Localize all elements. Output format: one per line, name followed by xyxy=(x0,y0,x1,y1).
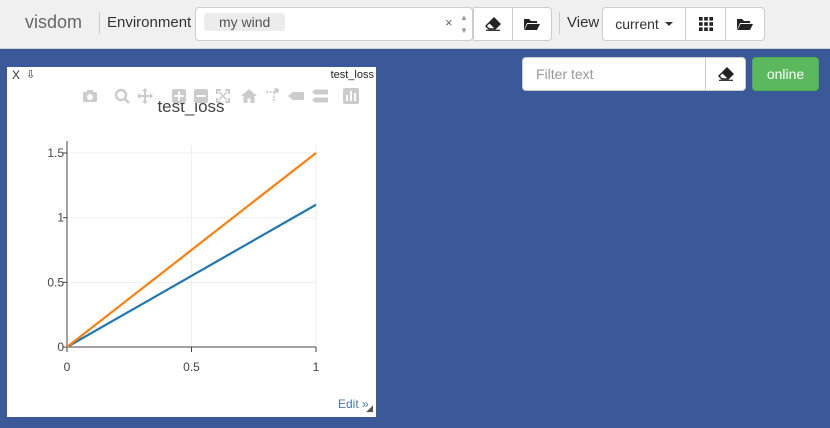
folder-open-icon xyxy=(524,19,540,30)
download-icon[interactable]: ⇩ xyxy=(26,68,35,81)
home-icon[interactable] xyxy=(239,86,259,106)
view-label: View xyxy=(567,14,600,31)
chevron-up-icon[interactable]: ▲ xyxy=(458,11,470,24)
zoom-icon[interactable] xyxy=(112,86,132,106)
y-tick-label: 0.5 xyxy=(47,275,64,289)
view-selected-label: current xyxy=(615,16,659,32)
manage-environments-button[interactable] xyxy=(512,7,552,41)
environment-label: Environment xyxy=(107,14,192,31)
x-tick-label: 1 xyxy=(313,360,320,374)
filter-input[interactable] xyxy=(522,57,706,91)
resize-handle-icon[interactable]: ◢ xyxy=(366,403,373,414)
grid-icon xyxy=(698,17,713,31)
close-pane-button[interactable]: X xyxy=(12,68,20,82)
eraser-icon xyxy=(717,67,734,81)
environment-chip[interactable]: my wind xyxy=(204,13,286,31)
hover-compare-icon[interactable] xyxy=(310,86,330,106)
x-tick-label: 0.5 xyxy=(183,360,200,374)
x-tick-label: 0 xyxy=(64,360,71,374)
brand-title: visdom xyxy=(25,12,83,32)
zoom-out-icon[interactable] xyxy=(191,86,211,106)
plotly-logo-icon[interactable] xyxy=(341,86,361,106)
manage-views-button[interactable] xyxy=(725,7,765,41)
spike-lines-icon[interactable] xyxy=(263,86,283,106)
hover-closest-icon[interactable] xyxy=(286,86,306,106)
plot-pane[interactable]: 0 0.5 1 0 0.5 1 1.5 test_loss X ⇩ test_loss Edi… xyxy=(7,67,376,417)
pane-window-title: test_loss xyxy=(330,69,374,81)
top-navbar: visdom Environment my wind × ▲ ▼ View cu… xyxy=(0,0,830,49)
plot-modebar xyxy=(79,86,375,106)
pan-icon[interactable] xyxy=(135,86,155,106)
navbar-divider xyxy=(559,12,560,34)
autoscale-icon[interactable] xyxy=(213,86,233,106)
environment-select[interactable]: my wind × ▲ ▼ xyxy=(195,7,473,41)
navbar-divider xyxy=(99,12,100,34)
line-chart: 0 0.5 100.511.5test_loss xyxy=(47,97,320,374)
clear-environment-icon[interactable]: × xyxy=(445,15,453,30)
camera-icon[interactable] xyxy=(80,86,100,106)
repack-grid-button[interactable] xyxy=(685,7,726,41)
environment-spinner[interactable]: ▲ ▼ xyxy=(458,11,470,37)
folder-open-icon xyxy=(737,19,753,30)
y-tick-label: 1.5 xyxy=(47,146,64,160)
view-select-button[interactable]: current xyxy=(602,7,686,41)
clear-environment-button[interactable] xyxy=(473,7,513,41)
eraser-icon xyxy=(485,17,501,31)
zoom-in-icon[interactable] xyxy=(169,86,189,106)
chevron-down-icon[interactable]: ▼ xyxy=(458,24,470,37)
online-status-button[interactable]: online xyxy=(752,57,819,91)
caret-down-icon xyxy=(664,22,673,26)
clear-filter-button[interactable] xyxy=(705,57,746,91)
edit-chart-link[interactable]: Edit » xyxy=(338,397,369,411)
